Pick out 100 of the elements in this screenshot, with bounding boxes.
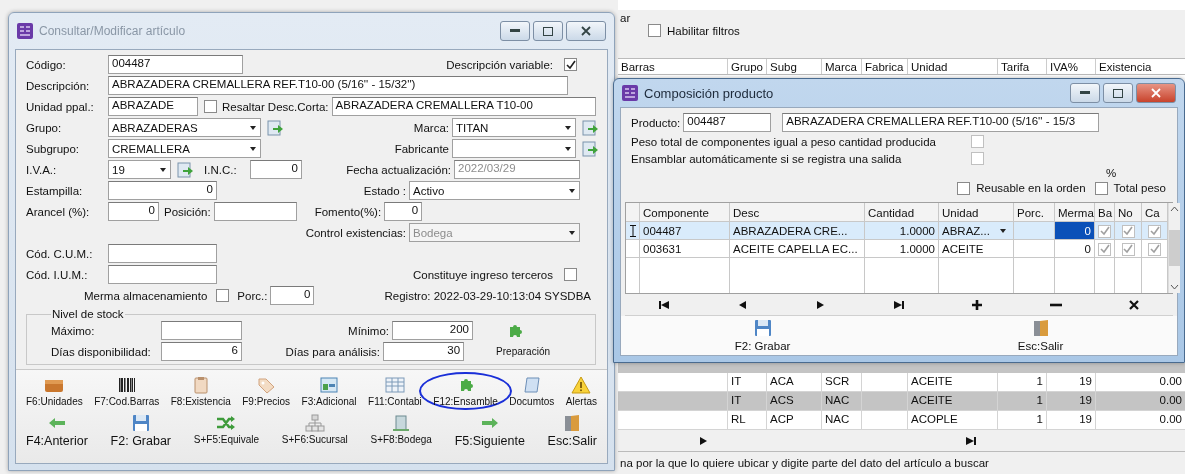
field-label: Código: <box>26 58 67 71</box>
last-record-icon[interactable] <box>965 435 977 446</box>
checkbox[interactable] <box>1121 224 1135 238</box>
dropdown-field[interactable]: 19 <box>108 160 171 179</box>
last-record-icon[interactable] <box>893 299 905 310</box>
field-label: Fomento(%): <box>314 205 383 218</box>
table-cell: ACP <box>767 411 822 430</box>
field-label: Unidad ppal.: <box>26 100 95 113</box>
checkbox[interactable] <box>1121 242 1135 256</box>
input-field[interactable]: 200 <box>392 321 473 340</box>
checkbox[interactable] <box>204 100 217 113</box>
column-header[interactable]: Barras <box>618 59 728 74</box>
input-field[interactable] <box>213 202 297 221</box>
toolbar-button[interactable]: F7:Cod.Barras <box>90 372 164 410</box>
dropdown-field[interactable]: ABRAZADERAS <box>108 118 261 137</box>
toolbar-button[interactable]: Esc:Salir <box>543 410 601 451</box>
input-field[interactable]: 0 <box>108 202 159 221</box>
scroll-thumb[interactable] <box>1169 230 1180 266</box>
group-title: Nivel de stock <box>51 308 125 320</box>
maximize-button[interactable] <box>1103 83 1133 103</box>
toolbar-button[interactable]: F9:Precios <box>238 372 295 410</box>
input-field[interactable] <box>161 321 242 340</box>
scrollbar[interactable] <box>1168 203 1180 293</box>
input-field[interactable]: ABRAZADERA CREMALLERA REF.T10-00 (5/16'' - 15/32'') <box>108 76 568 95</box>
toolbar-button[interactable]: S+F8:Bodega <box>366 410 436 451</box>
field-label: Cód. I.U.M.: <box>26 268 89 281</box>
input-field[interactable]: 0 <box>108 181 217 200</box>
field-label: Mínimo: <box>348 324 390 337</box>
plus-icon[interactable] <box>971 299 984 310</box>
checkbox[interactable] <box>1098 224 1111 238</box>
scroll-up-icon[interactable] <box>1170 206 1179 212</box>
checkbox[interactable] <box>564 58 577 71</box>
field-label: Producto: <box>631 116 682 129</box>
close-button[interactable] <box>1136 83 1176 103</box>
field-label: Merma almacenamiento <box>84 289 209 302</box>
checkbox[interactable] <box>564 268 577 281</box>
column-header[interactable]: Tarifa <box>998 59 1047 74</box>
toolbar-button[interactable]: S+F6:Sucursal <box>277 410 352 451</box>
input-field[interactable] <box>108 244 217 263</box>
field-label: Descripción: <box>26 79 91 92</box>
maximize-button[interactable] <box>533 21 563 41</box>
input-field[interactable]: 004487 <box>683 113 772 132</box>
window-title: Consultar/Modificar artículo <box>39 24 187 38</box>
input-field[interactable]: ABRAZADERA CREMALLERA REF.T10-00 (5/16'' - 15/3 <box>782 113 1100 132</box>
checkbox[interactable] <box>1148 224 1161 238</box>
checkbox[interactable] <box>1098 242 1111 256</box>
column-header[interactable]: Subg <box>767 59 822 74</box>
input-field[interactable]: 0 <box>384 202 423 221</box>
text-cursor-icon <box>629 225 636 237</box>
building-icon <box>391 414 412 432</box>
toolbar-button[interactable]: S+F5:Equivale <box>189 410 264 451</box>
action-button[interactable]: F2: Grabar <box>730 317 795 354</box>
scroll-icon <box>521 376 542 394</box>
checkbox[interactable] <box>971 135 984 148</box>
dropdown-field[interactable]: CREMALLERA <box>108 139 261 158</box>
input-field[interactable]: 0 <box>250 160 302 179</box>
input-field[interactable]: 6 <box>161 342 242 361</box>
column-header[interactable]: Grupo <box>728 59 767 74</box>
toolbar-button[interactable]: Alertas <box>561 372 601 410</box>
checkbox[interactable] <box>971 152 984 165</box>
first-record-icon[interactable] <box>658 299 671 310</box>
column-header[interactable]: Marca <box>822 59 862 74</box>
checkbox[interactable] <box>1148 242 1161 256</box>
dropdown-field[interactable]: TITAN <box>452 118 576 137</box>
input-field[interactable]: ABRAZADE <box>108 97 198 116</box>
input-field[interactable] <box>108 265 217 284</box>
toolbar-button[interactable]: F3:Adicional <box>297 372 361 410</box>
row-indicator-cell[interactable] <box>626 240 640 258</box>
table-cell: ACEITE <box>939 240 1014 258</box>
column-header[interactable]: Unidad <box>908 59 998 74</box>
column-header[interactable]: Fabrica <box>862 59 908 74</box>
dropdown-field[interactable] <box>452 139 576 158</box>
scroll-down-icon[interactable] <box>1170 284 1179 290</box>
field-label: Grupo: <box>26 121 63 134</box>
minimize-button[interactable] <box>500 21 530 41</box>
checkbox[interactable] <box>957 181 971 195</box>
toolbar-button[interactable]: F8:Existencia <box>166 372 235 410</box>
dropdown-field[interactable]: Activo <box>409 181 580 200</box>
field-label: I.V.A.: <box>26 163 58 176</box>
toolbar-button[interactable]: F4:Anterior <box>22 410 92 451</box>
toolbar-button[interactable]: F6:Unidades <box>22 372 87 410</box>
registration-text: Registro: 2022-03-29-10:13:04 SYSDBA <box>384 289 591 302</box>
input-field[interactable]: ABRAZADERA CREMALLERA T10-00 <box>331 97 596 116</box>
field-label: Total peso <box>1113 182 1167 194</box>
close-icon[interactable] <box>1127 299 1140 310</box>
input-field[interactable]: 30 <box>383 342 465 361</box>
toolbar-button[interactable]: F2: Grabar <box>106 410 176 451</box>
checkbox[interactable] <box>216 289 230 302</box>
action-button[interactable]: Esc:Salir <box>1013 317 1068 354</box>
checkbox[interactable] <box>648 24 661 37</box>
minimize-button[interactable] <box>1070 83 1100 103</box>
checkbox[interactable] <box>1094 181 1108 195</box>
column-header[interactable]: IVA% <box>1047 59 1096 74</box>
column-header[interactable]: Existencia <box>1096 59 1185 74</box>
toolbar-button[interactable]: F5:Siguiente <box>450 410 529 451</box>
table-cell <box>862 411 908 430</box>
close-button[interactable] <box>566 21 606 41</box>
input-field[interactable]: 004487 <box>108 55 243 74</box>
input-field[interactable]: 0 <box>270 286 315 305</box>
window-icon <box>319 376 340 394</box>
